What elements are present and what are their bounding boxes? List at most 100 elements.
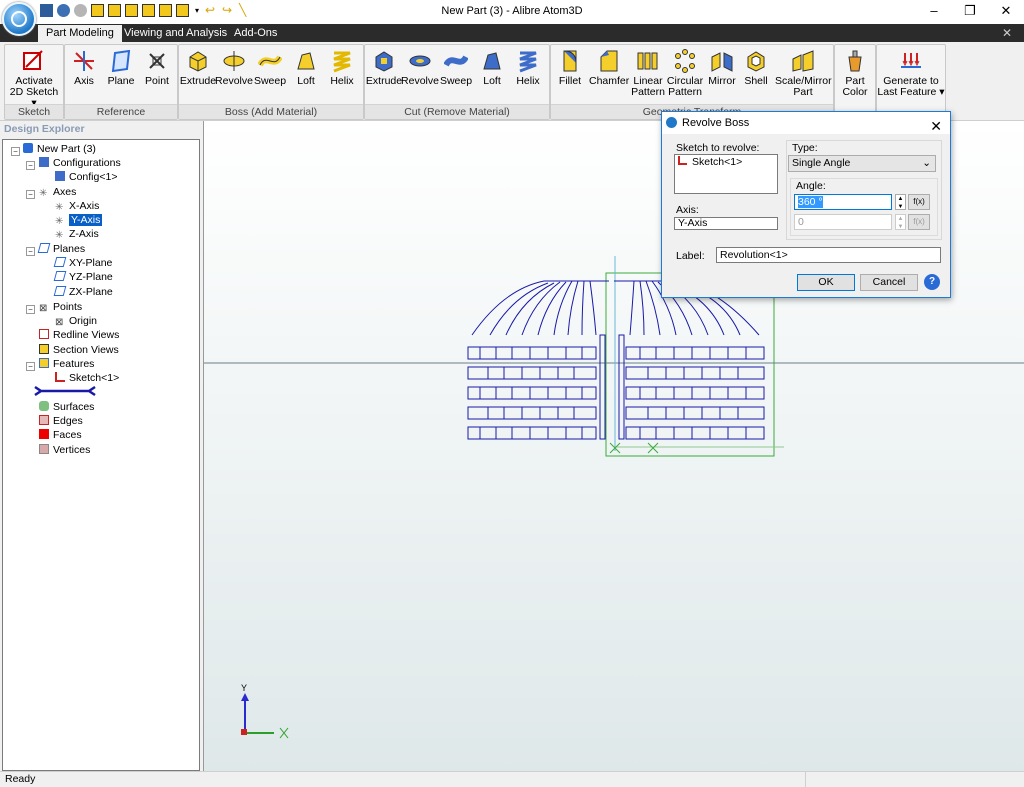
shell-button[interactable]: Shell [737, 47, 775, 87]
tree-item-x-axis[interactable]: ✳ X-Axis [55, 199, 99, 213]
helix-label: Helix [516, 75, 540, 87]
chamfer-icon [600, 50, 618, 72]
tree-item-z-axis[interactable]: ✳ Z-Axis [55, 227, 99, 241]
collapse-icon[interactable]: − [26, 190, 35, 199]
scale-mirror-part-button[interactable]: Scale/Mirror Part [775, 47, 832, 98]
collapse-icon[interactable]: − [11, 147, 20, 156]
plane-icon [53, 257, 67, 267]
tree-label-selected: Y-Axis [69, 214, 103, 226]
part-icon [23, 143, 33, 153]
surfaces-icon [39, 401, 49, 411]
ribbon-tabs: Part Modeling Viewing and Analysis Add-O… [0, 24, 1024, 42]
axis-button[interactable]: Axis [65, 47, 103, 87]
type-select[interactable]: Single Angle ⌄ [788, 155, 936, 172]
tree-item-y-axis[interactable]: ✳ Y-Axis [55, 213, 103, 227]
activate-2d-sketch-button[interactable]: Activate 2D Sketch ▾ [7, 47, 61, 109]
boss-extrude-button[interactable]: Extrude [179, 47, 217, 87]
cut-revolve-button[interactable]: Revolve [401, 47, 439, 87]
cancel-button[interactable]: Cancel [860, 274, 918, 291]
config-icon [55, 171, 65, 181]
redline-icon [39, 329, 49, 339]
scale-mirror-icon [792, 50, 814, 72]
sketch-list-item: Sketch<1> [692, 156, 743, 168]
boss-helix-button[interactable]: Helix [323, 47, 361, 87]
section-icon [39, 344, 49, 354]
tree-item-section-views[interactable]: Section Views [39, 343, 119, 357]
angle-formula-button[interactable]: f(x) [908, 194, 930, 210]
tree-item-points[interactable]: ⊠ Points [39, 300, 82, 314]
linear-pattern-button[interactable]: Linear Pattern [629, 47, 667, 98]
sketch-list[interactable]: Sketch<1> [674, 154, 778, 194]
tab-add-ons[interactable]: Add-Ons [226, 25, 285, 42]
dialog-title-bar: Revolve Boss ✕ [662, 112, 950, 134]
tree-item-origin[interactable]: ⊠ Origin [55, 314, 97, 328]
rollback-bar-icon[interactable] [33, 384, 97, 398]
cut-helix-button[interactable]: Helix [509, 47, 547, 87]
shell-label: Shell [744, 75, 768, 87]
close-icon[interactable]: ✕ [930, 115, 942, 137]
part-color-button[interactable]: Part Color [835, 47, 875, 98]
collapse-icon[interactable]: − [26, 161, 35, 170]
group-sketch: Activate 2D Sketch ▾ Sketch [4, 44, 64, 120]
circular-pattern-button[interactable]: Circular Pattern [665, 47, 705, 98]
tree-item-edges[interactable]: Edges [39, 414, 83, 428]
tree-item-faces[interactable]: Faces [39, 428, 82, 442]
tree-item-surfaces[interactable]: Surfaces [39, 400, 94, 414]
tree-item-planes[interactable]: Planes [37, 242, 85, 256]
boss-revolve-button[interactable]: Revolve [215, 47, 253, 87]
maximize-button[interactable]: ❐ [952, 0, 988, 22]
angle-input[interactable]: 360 ° [794, 194, 892, 210]
ok-button[interactable]: OK [797, 274, 855, 291]
point-button[interactable]: Point [138, 47, 176, 87]
boss-loft-button[interactable]: Loft [287, 47, 325, 87]
angle-spinner[interactable]: ▲ ▼ [895, 194, 906, 210]
chamfer-button[interactable]: Chamfer [589, 47, 629, 87]
plane-button[interactable]: Plane [102, 47, 140, 87]
tree-item-yz-plane[interactable]: YZ-Plane [53, 270, 113, 284]
2d-sketch-label: 2D Sketch [9, 86, 59, 98]
design-explorer: Design Explorer − New Part (3) − Configu… [0, 121, 202, 771]
plane-label: Plane [107, 75, 135, 87]
tree-label: Sketch<1> [69, 372, 120, 384]
group-part-color: Part Color [834, 44, 876, 120]
tree-item-vertices[interactable]: Vertices [39, 443, 90, 457]
sketch-icon [23, 50, 43, 70]
tree-item-redline-views[interactable]: Redline Views [39, 328, 119, 342]
planes-icon [37, 243, 51, 253]
tab-viewing-and-analysis[interactable]: Viewing and Analysis [116, 25, 235, 42]
tree-item-configurations[interactable]: Configurations [39, 156, 121, 170]
collapse-icon[interactable]: − [26, 305, 35, 314]
tab-part-modeling[interactable]: Part Modeling [38, 25, 122, 42]
axis-field[interactable]: Y-Axis [674, 217, 778, 230]
extrude-cut-icon [375, 51, 393, 72]
boss-sweep-button[interactable]: Sweep [251, 47, 289, 87]
faces-icon [39, 429, 49, 439]
tree-item-config1[interactable]: Config<1> [55, 170, 117, 184]
tree-item-axes[interactable]: ✳ Axes [39, 185, 76, 199]
collapse-icon[interactable]: − [26, 247, 35, 256]
fillet-button[interactable]: Fillet [551, 47, 589, 87]
collapse-icon[interactable]: − [26, 362, 35, 371]
tree-item-root[interactable]: New Part (3) [23, 142, 96, 156]
group-generate: Generate to Last Feature ▾ [876, 44, 946, 120]
generate-to-last-feature-button[interactable]: Generate to Last Feature ▾ [877, 47, 945, 98]
status-bar: Ready [0, 771, 1024, 787]
sweep-label: Sweep [253, 75, 287, 87]
cut-extrude-button[interactable]: Extrude [365, 47, 403, 87]
cut-sweep-button[interactable]: Sweep [437, 47, 475, 87]
ribbon-close-icon[interactable]: ✕ [1002, 26, 1012, 40]
minimize-button[interactable]: – [916, 0, 952, 22]
mirror-button[interactable]: Mirror [703, 47, 741, 87]
help-icon[interactable]: ? [924, 274, 940, 290]
label-field[interactable]: Revolution<1> [716, 247, 941, 263]
tree-item-features[interactable]: Features [39, 357, 94, 371]
group-boss: Extrude Revolve Sweep Loft Helix Boss (A… [178, 44, 364, 120]
tree-item-zx-plane[interactable]: ZX-Plane [53, 285, 113, 299]
angle2-input: 0 [794, 214, 892, 230]
tree-item-xy-plane[interactable]: XY-Plane [53, 256, 112, 270]
close-button[interactable]: ✕ [988, 0, 1024, 22]
tree-item-sketch1[interactable]: Sketch<1> [55, 371, 119, 385]
cut-loft-button[interactable]: Loft [473, 47, 511, 87]
app-menu-button[interactable] [2, 2, 36, 36]
revolve-cut-icon [409, 55, 431, 67]
